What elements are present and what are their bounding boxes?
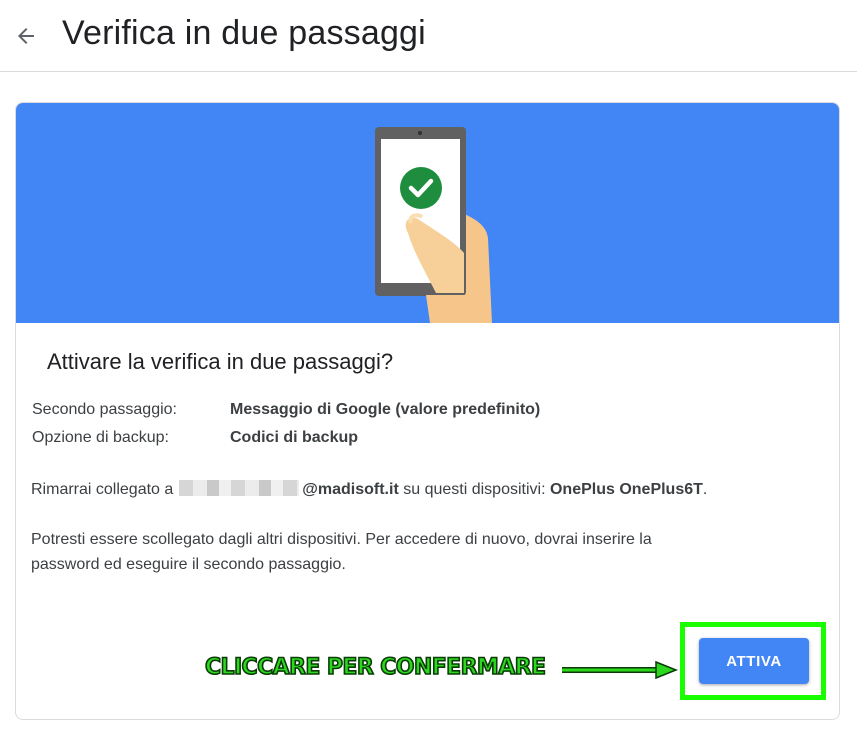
- activate-button[interactable]: ATTIVA: [699, 638, 809, 684]
- device-name: OnePlus OnePlus6T: [549, 481, 703, 498]
- card-title: Attivare la verifica in due passaggi?: [47, 349, 394, 374]
- detail-row-second-step: Secondo passaggio: Messaggio di Google (v…: [32, 401, 540, 419]
- check-circle-icon: [400, 167, 442, 209]
- arrow-right-icon: [562, 660, 679, 680]
- page-title: Verifica in due passaggi: [62, 14, 426, 52]
- detail-label: Opzione di backup:: [32, 429, 169, 446]
- back-button[interactable]: [8, 18, 44, 54]
- page-header: Verifica in due passaggi: [0, 0, 857, 72]
- detail-row-backup: Opzione di backup: Codici di backup: [32, 429, 358, 447]
- email-domain: @madisoft.it: [302, 481, 399, 498]
- arrow-left-icon: [18, 28, 34, 44]
- signed-in-notice: Rimarrai collegato a @madisoft.it su ques…: [31, 477, 707, 502]
- phone-check-illustration: [375, 127, 492, 323]
- warning-line-1: Potresti essere scollegato dagli altri d…: [31, 531, 652, 548]
- detail-label: Secondo passaggio:: [32, 401, 177, 418]
- signed-in-suffix: .: [702, 481, 708, 498]
- redacted-email-user: [179, 480, 300, 496]
- signed-in-middle: su questi dispositivi:: [398, 481, 550, 498]
- warning-line-2: password ed eseguire il secondo passaggi…: [31, 556, 346, 573]
- detail-value: Codici di backup: [230, 429, 359, 446]
- signed-in-prefix: Rimarrai collegato a: [31, 481, 174, 498]
- detail-value: Messaggio di Google (valore predefinito): [230, 401, 541, 418]
- annotation-label: CLICCARE PER CONFERMARE: [204, 654, 547, 681]
- illustration-banner: [16, 103, 839, 323]
